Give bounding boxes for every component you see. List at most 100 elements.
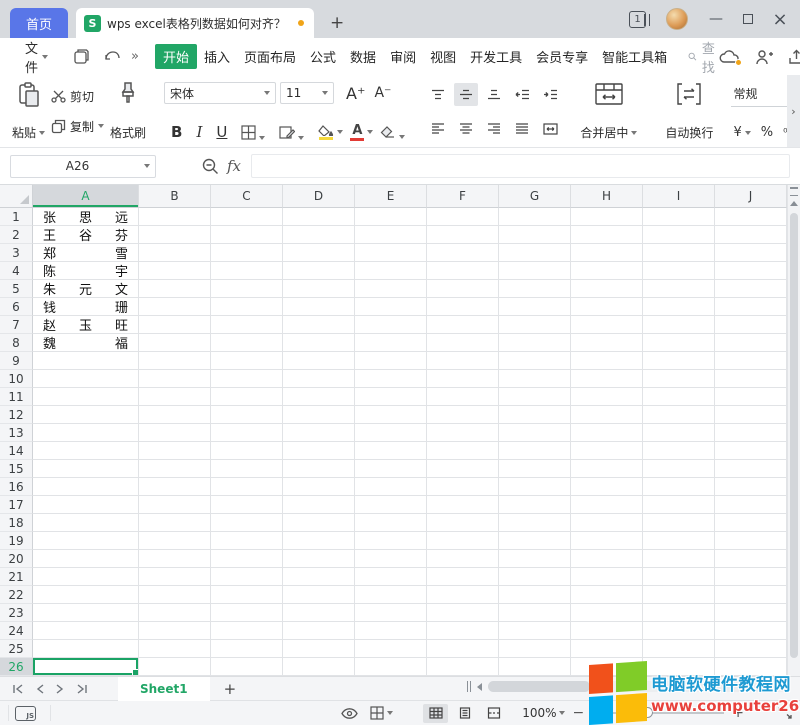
cell-A9[interactable] — [33, 352, 139, 370]
number-format-select[interactable]: 常规 — [731, 83, 793, 107]
percent-button[interactable]: % — [761, 125, 773, 140]
cell-E24[interactable] — [355, 622, 427, 640]
undo-button[interactable] — [102, 49, 120, 65]
row-header-24[interactable]: 24 — [0, 622, 33, 640]
cell-G7[interactable] — [499, 316, 571, 334]
underline-button[interactable]: U — [216, 123, 227, 141]
cell-A10[interactable] — [33, 370, 139, 388]
cell-D8[interactable] — [283, 334, 355, 352]
cell-B15[interactable] — [139, 460, 211, 478]
cell-F4[interactable] — [427, 262, 499, 280]
cell-J15[interactable] — [715, 460, 787, 478]
cell-C1[interactable] — [211, 208, 283, 226]
ribbon-expand-button[interactable]: › — [787, 75, 800, 147]
cell-A6[interactable]: 钱珊 — [33, 298, 139, 316]
increase-indent-button[interactable] — [538, 83, 562, 106]
cell-C23[interactable] — [211, 604, 283, 622]
cell-H22[interactable] — [571, 586, 643, 604]
align-top-button[interactable] — [426, 83, 450, 106]
cell-C14[interactable] — [211, 442, 283, 460]
close-button[interactable]: × — [766, 0, 794, 38]
cell-J4[interactable] — [715, 262, 787, 280]
cell-G21[interactable] — [499, 568, 571, 586]
cell-C15[interactable] — [211, 460, 283, 478]
page-break-view-button[interactable] — [481, 704, 506, 723]
new-tab-button[interactable]: + — [330, 8, 344, 38]
cell-I4[interactable] — [643, 262, 715, 280]
cell-B24[interactable] — [139, 622, 211, 640]
cell-A5[interactable]: 朱元文 — [33, 280, 139, 298]
cell-G26[interactable] — [499, 658, 571, 676]
cell-C5[interactable] — [211, 280, 283, 298]
cell-D21[interactable] — [283, 568, 355, 586]
cell-B22[interactable] — [139, 586, 211, 604]
cell-H24[interactable] — [571, 622, 643, 640]
cell-H19[interactable] — [571, 532, 643, 550]
cell-J25[interactable] — [715, 640, 787, 658]
cell-J23[interactable] — [715, 604, 787, 622]
cell-F2[interactable] — [427, 226, 499, 244]
zoom-formula-button[interactable] — [202, 158, 219, 175]
cell-A14[interactable] — [33, 442, 139, 460]
cell-D20[interactable] — [283, 550, 355, 568]
window-count-badge[interactable]: 1 — [629, 11, 646, 28]
cell-E9[interactable] — [355, 352, 427, 370]
last-sheet-button[interactable] — [76, 684, 88, 694]
cell-E13[interactable] — [355, 424, 427, 442]
row-header-18[interactable]: 18 — [0, 514, 33, 532]
chevron-down-icon[interactable] — [42, 55, 48, 59]
chevron-down-icon[interactable] — [367, 130, 373, 134]
cell-D14[interactable] — [283, 442, 355, 460]
cell-G11[interactable] — [499, 388, 571, 406]
cell-J5[interactable] — [715, 280, 787, 298]
cell-B18[interactable] — [139, 514, 211, 532]
cell-H8[interactable] — [571, 334, 643, 352]
cell-H15[interactable] — [571, 460, 643, 478]
cloud-sync-button[interactable] — [719, 49, 741, 65]
decrease-font-button[interactable]: A⁻ — [374, 85, 391, 101]
cell-C11[interactable] — [211, 388, 283, 406]
wrap-text-button[interactable]: 自动换行 — [661, 80, 717, 143]
cell-D23[interactable] — [283, 604, 355, 622]
cell-E17[interactable] — [355, 496, 427, 514]
cell-G2[interactable] — [499, 226, 571, 244]
grid-options-button[interactable] — [370, 706, 393, 720]
cell-H20[interactable] — [571, 550, 643, 568]
cell-I26[interactable] — [643, 658, 715, 676]
align-right-button[interactable] — [482, 117, 506, 140]
cell-F23[interactable] — [427, 604, 499, 622]
cell-E1[interactable] — [355, 208, 427, 226]
cell-J19[interactable] — [715, 532, 787, 550]
cell-H17[interactable] — [571, 496, 643, 514]
tab-smart-toolbox[interactable]: 智能工具箱 — [595, 44, 674, 69]
cell-G23[interactable] — [499, 604, 571, 622]
cell-I13[interactable] — [643, 424, 715, 442]
cell-G22[interactable] — [499, 586, 571, 604]
cell-E7[interactable] — [355, 316, 427, 334]
cell-H1[interactable] — [571, 208, 643, 226]
split-handle[interactable] — [467, 681, 471, 692]
cell-A15[interactable] — [33, 460, 139, 478]
row-header-7[interactable]: 7 — [0, 316, 33, 334]
cell-F20[interactable] — [427, 550, 499, 568]
cell-F25[interactable] — [427, 640, 499, 658]
borders-button[interactable] — [241, 125, 265, 140]
cell-A18[interactable] — [33, 514, 139, 532]
cell-F17[interactable] — [427, 496, 499, 514]
cell-G19[interactable] — [499, 532, 571, 550]
first-sheet-button[interactable] — [12, 684, 24, 694]
hide-window-button[interactable] — [341, 708, 358, 719]
sheet-tab-sheet1[interactable]: Sheet1 — [118, 677, 210, 701]
cell-D18[interactable] — [283, 514, 355, 532]
cell-A26[interactable] — [33, 658, 139, 676]
cell-B9[interactable] — [139, 352, 211, 370]
row-header-15[interactable]: 15 — [0, 460, 33, 478]
zoom-in-button[interactable]: + — [732, 705, 744, 721]
macro-js-button[interactable]: JS — [15, 706, 36, 721]
row-header-13[interactable]: 13 — [0, 424, 33, 442]
cell-A23[interactable] — [33, 604, 139, 622]
cell-D13[interactable] — [283, 424, 355, 442]
cell-I18[interactable] — [643, 514, 715, 532]
fullscreen-button[interactable] — [778, 707, 792, 719]
cell-A17[interactable] — [33, 496, 139, 514]
